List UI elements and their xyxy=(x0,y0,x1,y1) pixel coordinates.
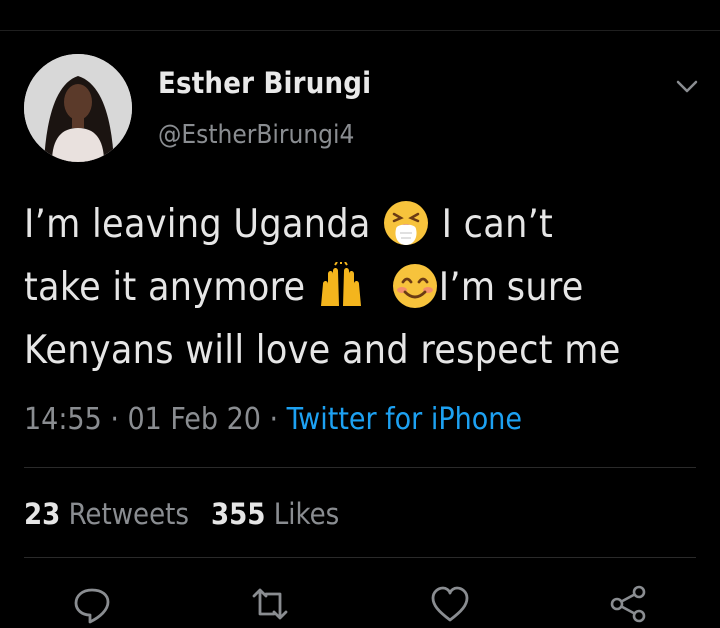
divider xyxy=(24,557,696,558)
retweets-label: Retweets xyxy=(68,497,189,531)
avatar[interactable] xyxy=(24,54,132,162)
retweets-stat[interactable]: 23 Retweets xyxy=(24,497,189,531)
meta-separator: · xyxy=(101,402,128,437)
share-icon[interactable] xyxy=(608,584,648,624)
likes-stat[interactable]: 355 Likes xyxy=(211,497,339,531)
tweet-line-1-part-1: I’m leaving Uganda xyxy=(24,202,383,247)
likes-label: Likes xyxy=(273,497,340,531)
tweet-source-link[interactable]: Twitter for iPhone xyxy=(287,402,522,437)
reply-icon[interactable] xyxy=(72,584,112,624)
retweet-icon[interactable] xyxy=(250,584,290,624)
tweet-meta: 14:55 · 01 Feb 20 · Twitter for iPhone xyxy=(24,402,522,437)
likes-count: 355 xyxy=(211,497,266,531)
divider xyxy=(24,467,696,468)
chevron-down-icon[interactable] xyxy=(674,76,700,96)
tweet-line-2-part-2: I’m sure xyxy=(438,265,584,310)
tweet-text: I’m leaving Uganda I can’t take it anymo… xyxy=(24,193,704,382)
author-handle[interactable]: @EstherBirungi4 xyxy=(158,120,354,150)
tweet-line-1: I’m leaving Uganda I can’t xyxy=(24,193,704,256)
tweet-line-2: take it anymore I’m sure xyxy=(24,256,704,319)
top-divider xyxy=(0,30,720,31)
author-name[interactable]: Esther Birungi xyxy=(158,66,371,100)
like-icon[interactable] xyxy=(430,584,470,624)
retweets-count: 23 xyxy=(24,497,61,531)
tweet-time: 14:55 xyxy=(24,402,102,437)
smiling-face-icon xyxy=(391,262,439,310)
tweet-line-3: Kenyans will love and respect me xyxy=(24,328,621,373)
tweet-line-2-part-1: take it anymore xyxy=(24,265,317,310)
raising-hands-icon xyxy=(317,261,365,310)
tweet-date: 01 Feb 20 xyxy=(127,402,261,437)
meta-separator: · xyxy=(260,402,287,437)
tweet-stats: 23 Retweets 355 Likes xyxy=(24,497,339,531)
sneezing-face-icon xyxy=(382,199,430,247)
tweet-line-1-part-2: I can’t xyxy=(430,202,554,247)
